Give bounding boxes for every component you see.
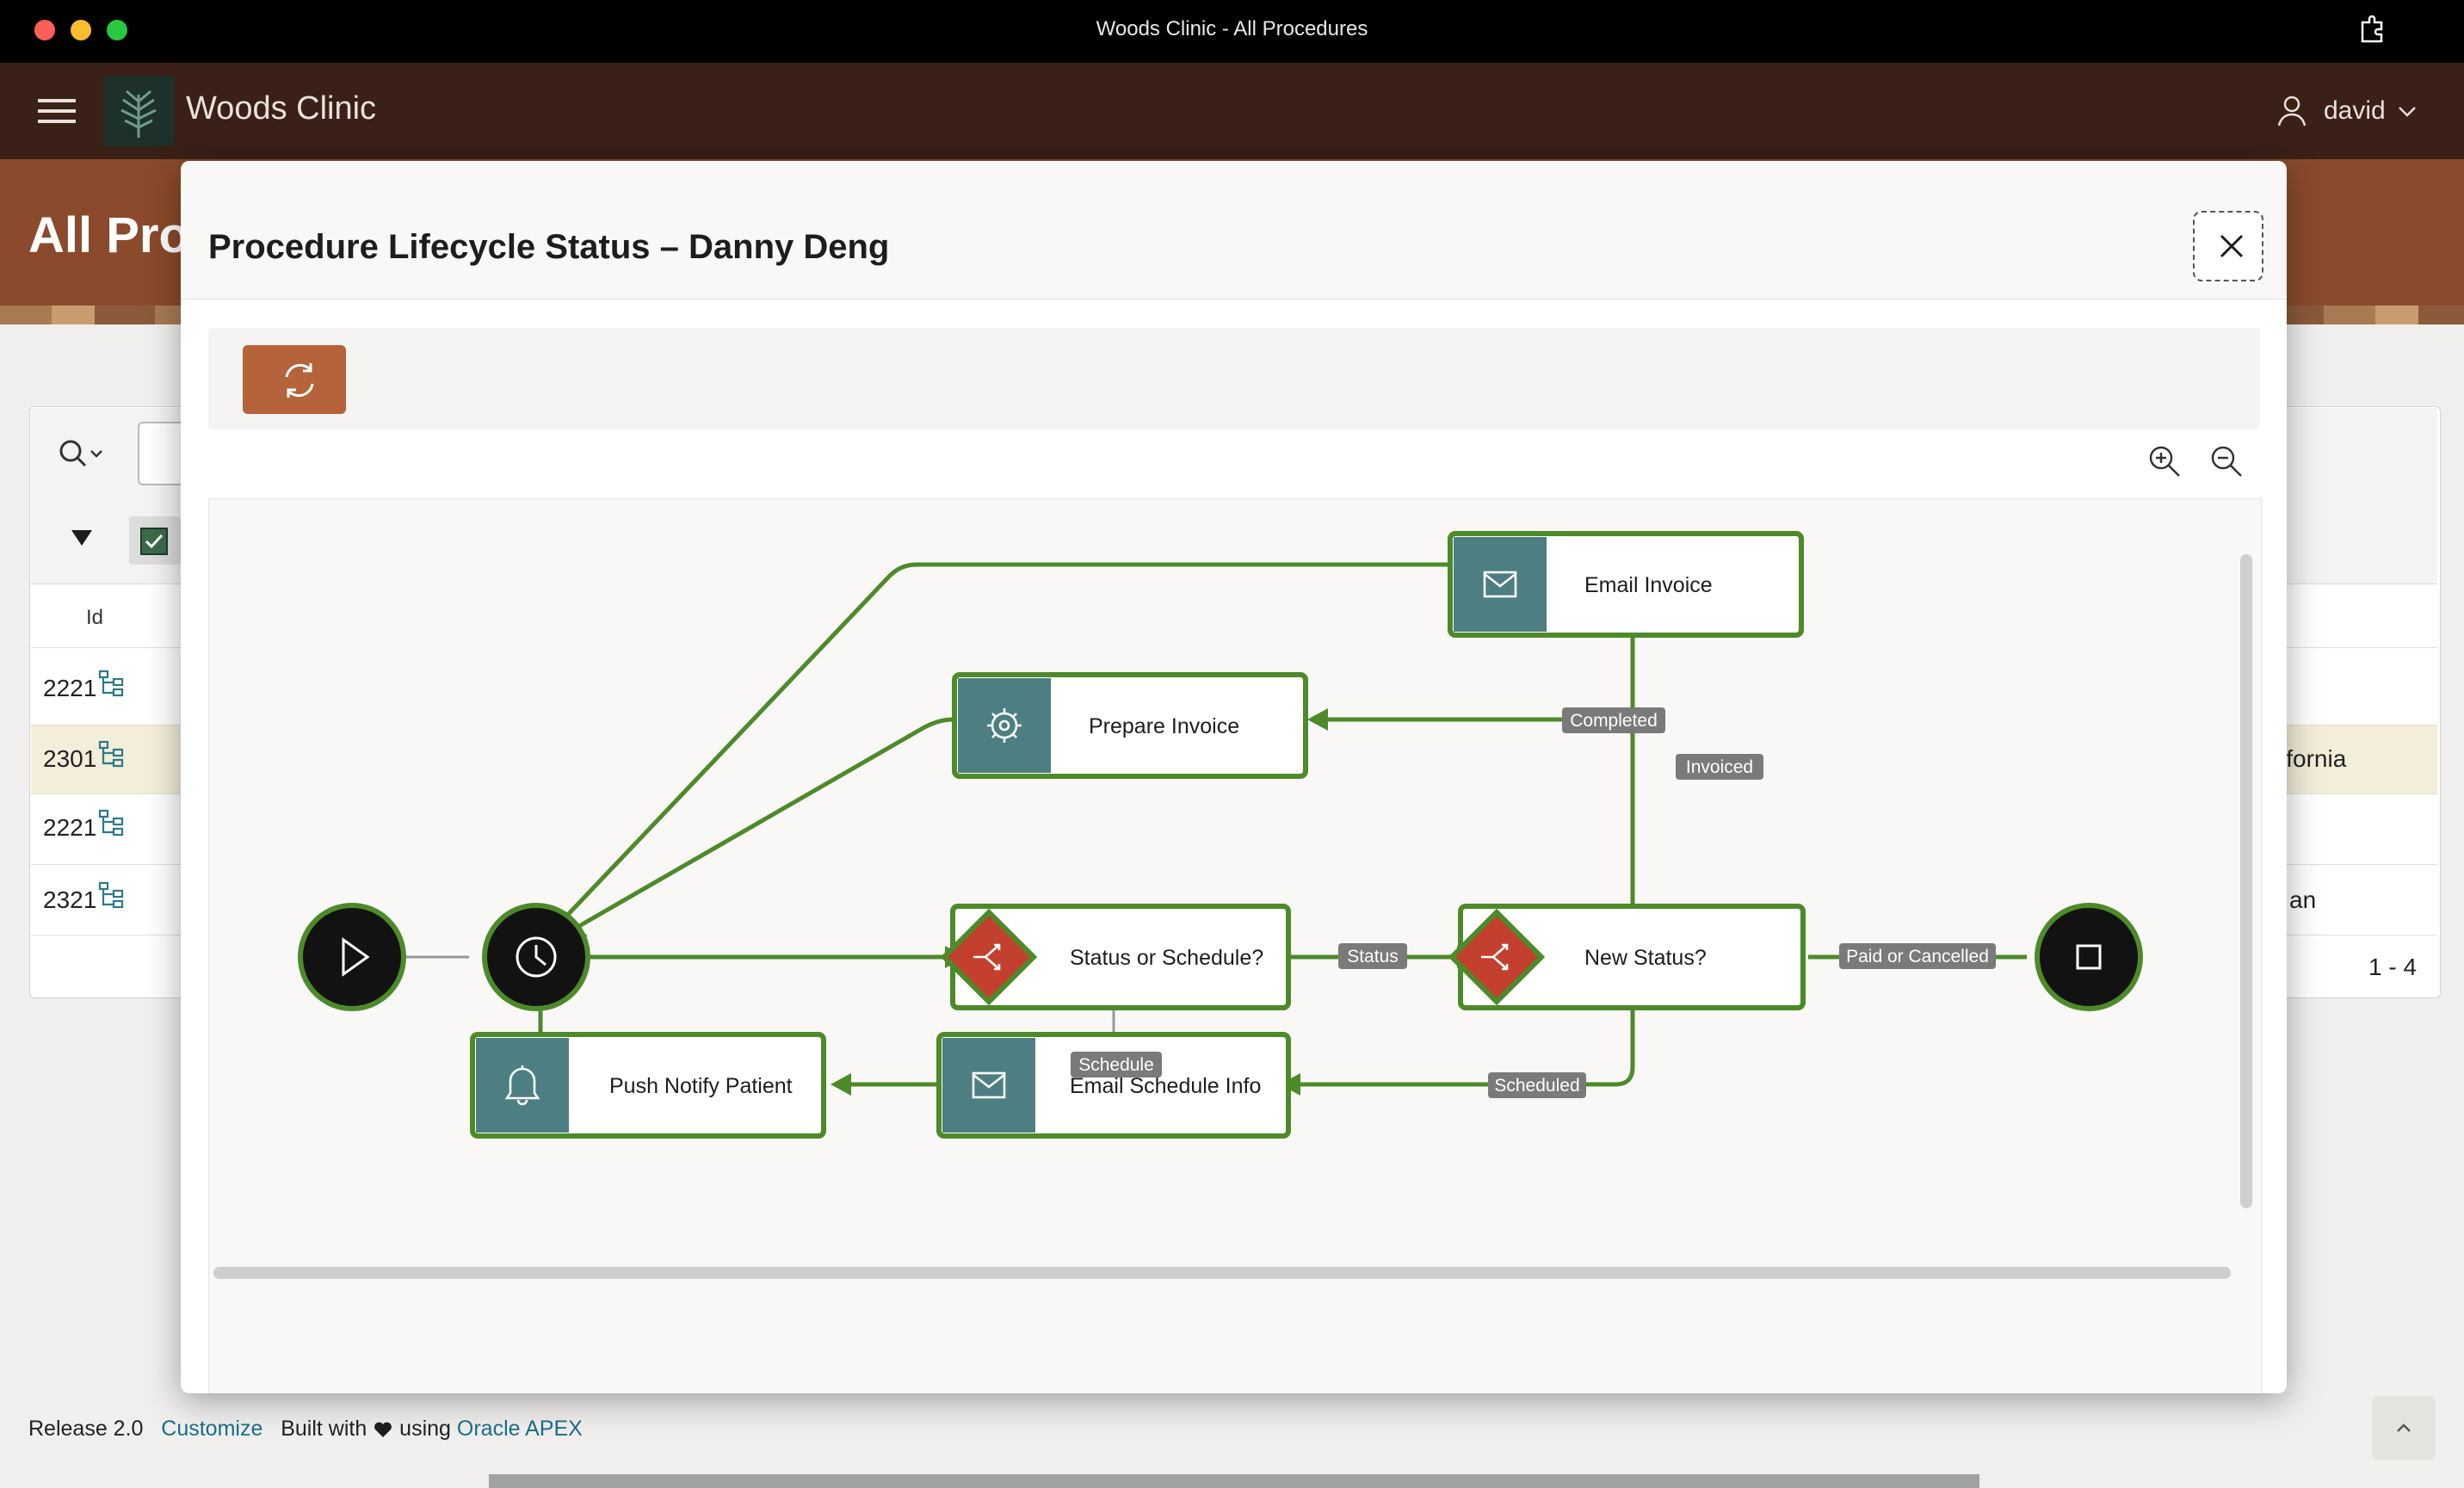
clinic-logo[interactable]	[103, 76, 174, 146]
edge-label-completed: Completed	[1562, 707, 1665, 733]
customize-link[interactable]: Customize	[161, 1417, 262, 1441]
oracle-apex-link[interactable]: Oracle APEX	[457, 1417, 583, 1441]
checkbox-checked-icon	[140, 528, 168, 555]
chevron-up-icon	[2397, 1423, 2411, 1432]
flow-diagram: Email Invoice Prepare Invoice Status or …	[298, 531, 2143, 1139]
task-label: Email Invoice	[1584, 573, 1713, 597]
page-footer: Release 2.0 Customize Built with using O…	[28, 1417, 583, 1442]
edge-label-paid-or-cancelled: Paid or Cancelled	[1839, 943, 1996, 969]
canvas-horizontal-scrollbar[interactable]	[213, 1267, 2231, 1279]
extension-icon[interactable]	[2357, 14, 2388, 45]
edge-label-schedule: Schedule	[1071, 1052, 1162, 1077]
zoom-out-icon[interactable]	[2208, 443, 2245, 479]
arrowhead	[831, 1073, 851, 1096]
flow-diagram-icon[interactable]	[98, 809, 124, 837]
scroll-to-top-button[interactable]	[2372, 1396, 2436, 1460]
zoom-in-icon[interactable]	[2146, 443, 2183, 479]
procedure-status-dialog: Procedure Lifecycle Status – Danny Deng	[181, 161, 2287, 1393]
gateway-new-status[interactable]: New Status?	[1448, 904, 1806, 1010]
edge-label-text: Paid or Cancelled	[1846, 947, 1989, 966]
edge-label-text: Invoiced	[1686, 757, 1753, 777]
refresh-button[interactable]	[243, 345, 346, 414]
edge-label-text: Scheduled	[1494, 1076, 1579, 1096]
flow-edge	[577, 717, 954, 929]
window-titlebar: Woods Clinic - All Procedures	[0, 0, 2464, 63]
search-icon[interactable]	[57, 437, 103, 472]
table-cell-location: ifornia	[2281, 745, 2347, 772]
heart-icon	[374, 1422, 392, 1437]
end-event[interactable]	[2035, 903, 2143, 1011]
dialog-close-button[interactable]	[2193, 211, 2263, 281]
gateway-status-or-schedule[interactable]: Status or Schedule?	[940, 904, 1291, 1010]
user-icon[interactable]	[2275, 93, 2309, 127]
task-email-invoice[interactable]: Email Invoice	[1448, 531, 1804, 638]
task-label: Email Schedule Info	[1070, 1074, 1261, 1098]
task-label: Prepare Invoice	[1089, 714, 1239, 738]
page-title: All Pro	[28, 207, 189, 263]
flow-diagram-icon[interactable]	[98, 881, 124, 909]
table-row-id: 2221	[43, 814, 97, 841]
start-event[interactable]	[298, 903, 406, 1011]
table-row-id: 2221	[43, 675, 97, 701]
window-title: Woods Clinic - All Procedures	[1096, 17, 1368, 40]
flow-diagram-canvas[interactable]: Email Invoice Prepare Invoice Status or …	[208, 498, 2262, 1393]
edge-label-text: Schedule	[1078, 1055, 1154, 1075]
table-row-id: 2321	[43, 886, 97, 913]
tree-icon	[120, 90, 157, 138]
using-label: using	[399, 1417, 451, 1441]
pagination-range: 1 - 4	[2368, 954, 2418, 980]
gateway-label: Status or Schedule?	[1070, 946, 1263, 970]
table-row-id: 2301	[43, 745, 97, 772]
dialog-title: Procedure Lifecycle Status – Danny Deng	[208, 228, 890, 266]
dialog-button-bar	[208, 328, 2260, 429]
refresh-icon	[285, 363, 314, 398]
flow-diagram-icon[interactable]	[98, 670, 124, 697]
edge-label-text: Completed	[1570, 711, 1658, 731]
task-push-notify-patient[interactable]: Push Notify Patient	[470, 1032, 826, 1139]
gateway-label: New Status?	[1584, 946, 1707, 970]
user-name[interactable]: david	[2324, 96, 2386, 126]
release-label: Release 2.0	[28, 1417, 144, 1441]
flow-diagram-icon[interactable]	[98, 740, 124, 768]
caret-down-icon[interactable]	[71, 528, 93, 547]
hamburger-menu-icon[interactable]	[38, 96, 76, 126]
edge-label-text: Status	[1347, 947, 1399, 966]
page-horizontal-scrollbar[interactable]	[489, 1474, 1979, 1488]
close-icon	[2220, 234, 2244, 258]
column-header-id[interactable]: Id	[86, 606, 103, 630]
canvas-vertical-scrollbar[interactable]	[2240, 554, 2252, 1208]
flow-edge	[1328, 717, 1635, 927]
chevron-down-icon[interactable]	[2398, 102, 2417, 120]
task-prepare-invoice[interactable]: Prepare Invoice	[952, 672, 1308, 779]
edge-label-invoiced: Invoiced	[1676, 754, 1763, 780]
arrowhead	[1307, 708, 1328, 731]
filter-checkbox[interactable]	[129, 516, 181, 565]
table-cell-location: an	[2289, 886, 2317, 913]
built-with-label: Built with	[281, 1417, 367, 1441]
edge-label-status: Status	[1338, 943, 1407, 969]
task-email-schedule-info[interactable]: Email Schedule Info	[936, 1032, 1291, 1139]
app-name[interactable]: Woods Clinic	[186, 90, 376, 127]
edge-label-scheduled: Scheduled	[1488, 1072, 1586, 1098]
task-label: Push Notify Patient	[609, 1074, 793, 1098]
